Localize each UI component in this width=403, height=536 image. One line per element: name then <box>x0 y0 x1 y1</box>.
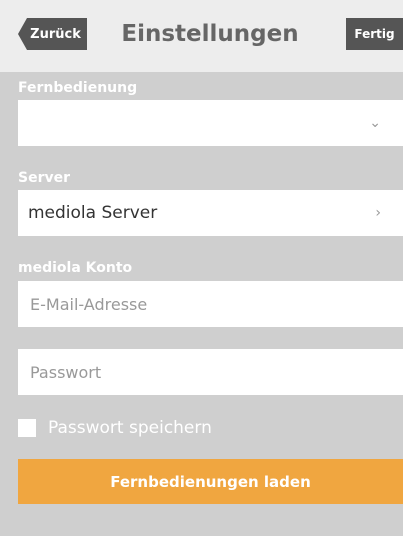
page-title: Einstellungen <box>121 21 299 47</box>
email-field[interactable] <box>18 281 403 327</box>
navigation-bar: Zurück Einstellungen Fertig <box>0 0 403 72</box>
server-select-value: mediola Server <box>28 203 158 223</box>
remote-select[interactable]: ⌄ <box>18 100 403 146</box>
password-field[interactable] <box>18 349 403 395</box>
password-input[interactable] <box>28 361 372 383</box>
back-button[interactable]: Zurück <box>18 18 87 50</box>
email-input[interactable] <box>28 293 372 315</box>
load-remotes-button[interactable]: Fernbedienungen laden <box>18 459 403 504</box>
save-password-row[interactable]: Passwort speichern <box>18 416 212 440</box>
server-section-label: Server <box>18 170 71 186</box>
account-section-label: mediola Konto <box>18 260 133 276</box>
chevron-down-icon: ⌄ <box>369 115 381 131</box>
remote-section-label: Fernbedienung <box>18 80 138 96</box>
save-password-checkbox[interactable] <box>18 419 36 437</box>
chevron-right-icon: › <box>375 205 381 221</box>
done-button[interactable]: Fertig <box>346 18 403 50</box>
server-select[interactable]: mediola Server › <box>18 190 403 236</box>
save-password-label: Passwort speichern <box>48 418 212 438</box>
